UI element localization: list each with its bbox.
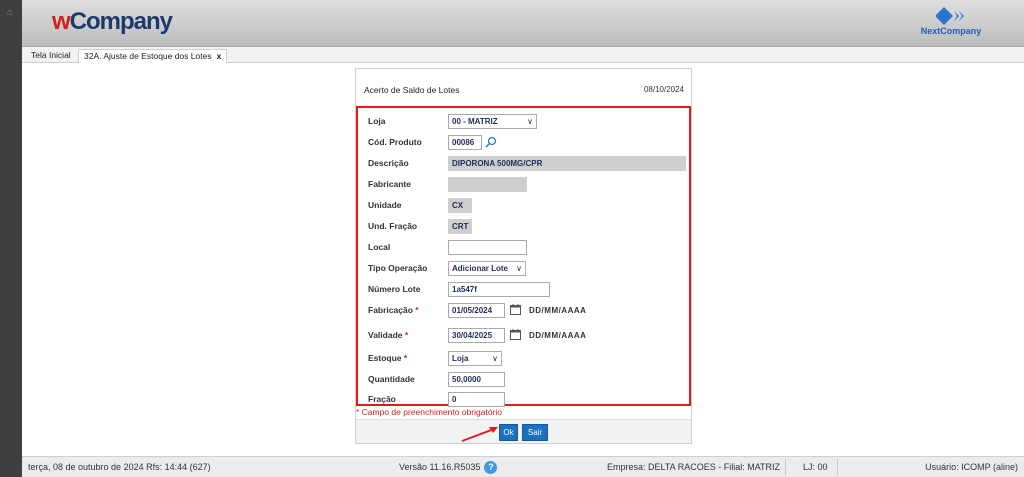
status-empresa: Empresa: DELTA RACOES - Filial: MATRIZ [607,462,781,472]
row-estoque: Estoque * Loja [368,351,688,367]
required-fields-note: * Campo de preenchimento obrigatório [356,407,503,417]
row-quantidade: Quantidade 50,0000 [368,372,688,388]
unidade-field: CX [448,198,472,213]
status-datetime: terça, 08 de outubro de 2024 Rfs: 14:44 … [28,462,211,472]
row-fabricacao: Fabricação * 01/05/2024 DD/MM/AAAA [368,303,688,319]
app-header: wCompany NextCompany [22,0,1024,47]
sair-button[interactable]: Sair [522,424,548,441]
fabricante-field [448,177,527,192]
date-format-hint: DD/MM/AAAA [529,331,587,340]
nextcompany-logo: NextCompany [916,7,986,36]
row-validade: Validade * 30/04/2025 DD/MM/AAAA [368,328,688,344]
fracao-input[interactable]: 0 [448,392,505,407]
local-input[interactable] [448,240,527,255]
tab-ajuste-estoque-lotes[interactable]: 32A. Ajuste de Estoque dos Lotes x [78,49,228,63]
cod-produto-input[interactable]: 00086 [448,135,482,150]
tab-tela-inicial[interactable]: Tela Inicial [26,49,76,63]
help-icon[interactable]: ? [484,461,498,475]
diamond-logo-icon [936,7,964,25]
close-tab-icon[interactable]: x [217,51,222,61]
calendar-icon[interactable] [510,329,521,340]
validade-input[interactable]: 30/04/2025 [448,328,505,343]
row-unidade: Unidade CX [368,198,688,214]
tab-bar: Tela Inicial 32A. Ajuste de Estoque dos … [22,47,1024,63]
quantidade-input[interactable]: 50,0000 [448,372,505,387]
status-lj: LJ: 00 [803,462,828,472]
und-fracao-field: CRT [448,219,472,234]
loja-select[interactable]: 00 - MATRIZ [448,114,537,129]
numero-lote-input[interactable]: 1a547f [448,282,550,297]
row-cod-produto: Cód. Produto 00086 [368,135,688,151]
row-loja: Loja 00 - MATRIZ [368,114,688,130]
panel-date: 08/10/2024 [643,85,684,94]
company-logo: wCompany [52,8,173,35]
home-icon[interactable]: ⌂ [5,8,15,18]
row-und-fracao: Und. Fração CRT [368,219,688,235]
search-icon[interactable] [485,136,497,148]
status-bar: terça, 08 de outubro de 2024 Rfs: 14:44 … [22,456,1024,477]
descricao-field: DIPORONA 500MG/CPR [448,156,686,171]
row-local: Local [368,240,688,256]
status-version: Versão 11.16.R5035? [399,457,498,477]
acerto-saldo-panel: Acerto de Saldo de Lotes 08/10/2024 Loja… [355,68,692,444]
row-fabricante: Fabricante [368,177,688,193]
annotation-arrow-icon [461,427,498,442]
status-separator [837,459,838,476]
form-highlight-box: Loja 00 - MATRIZ Cód. Produto 00086 Desc… [356,106,691,408]
ok-button[interactable]: Ok [499,424,518,441]
fabricacao-input[interactable]: 01/05/2024 [448,303,505,318]
estoque-select[interactable]: Loja [448,351,502,366]
status-usuario: Usuário: ICOMP (aline) [925,462,1018,472]
button-bar: Ok Sair [356,419,691,443]
tipo-operacao-select[interactable]: Adicionar Lote [448,261,526,276]
row-fracao: Fração 0 [368,392,688,408]
calendar-icon[interactable] [510,304,521,315]
panel-title: Acerto de Saldo de Lotes [364,85,460,95]
status-separator [785,459,786,476]
row-numero-lote: Número Lote 1a547f [368,282,688,298]
left-sidebar: ⌂ [0,0,22,477]
row-tipo-operacao: Tipo Operação Adicionar Lote [368,261,688,277]
row-descricao: Descrição DIPORONA 500MG/CPR [368,156,688,172]
date-format-hint: DD/MM/AAAA [529,306,587,315]
